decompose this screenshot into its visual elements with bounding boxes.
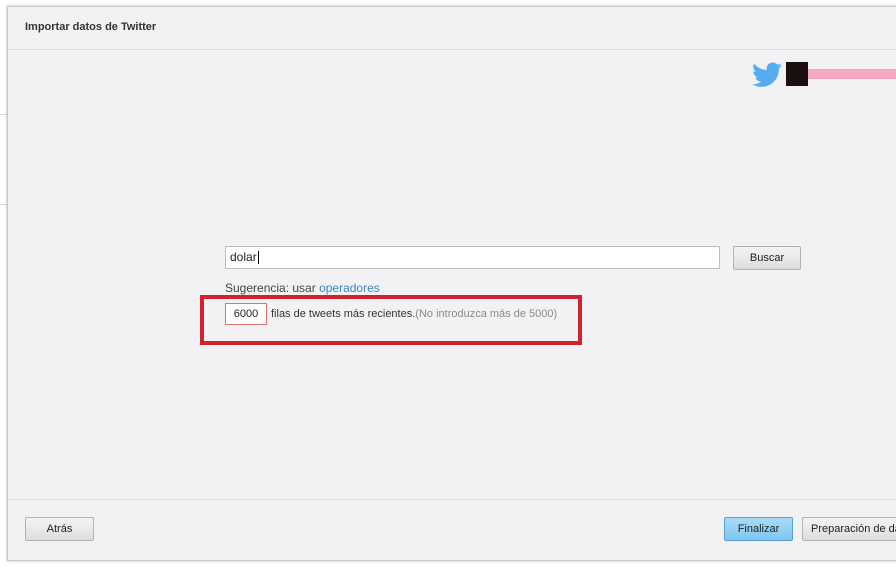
text-caret xyxy=(257,251,259,265)
twitter-account xyxy=(752,62,896,88)
search-input[interactable]: dolar xyxy=(225,246,720,269)
dialog-footer: Atrás Finalizar Preparación de da xyxy=(8,499,896,560)
dialog-header: Importar datos de Twitter xyxy=(8,7,896,50)
account-name-redacted xyxy=(808,69,896,79)
annotation-highlight-box xyxy=(200,295,582,345)
import-twitter-dialog: Importar datos de Twitter dolar Buscar S… xyxy=(7,6,896,561)
back-button[interactable]: Atrás xyxy=(25,517,94,541)
user-avatar xyxy=(786,62,808,86)
search-button[interactable]: Buscar xyxy=(733,246,801,270)
search-query: dolar xyxy=(230,250,257,264)
operators-link[interactable]: operadores xyxy=(319,281,380,295)
search-hint: Sugerencia: usar operadores xyxy=(225,281,380,295)
data-preparation-button[interactable]: Preparación de da xyxy=(802,517,896,541)
twitter-bird-icon xyxy=(752,62,782,87)
finish-button[interactable]: Finalizar xyxy=(724,517,793,541)
hint-text: Sugerencia: usar xyxy=(225,281,320,295)
dialog-title: Importar datos de Twitter xyxy=(25,21,157,33)
